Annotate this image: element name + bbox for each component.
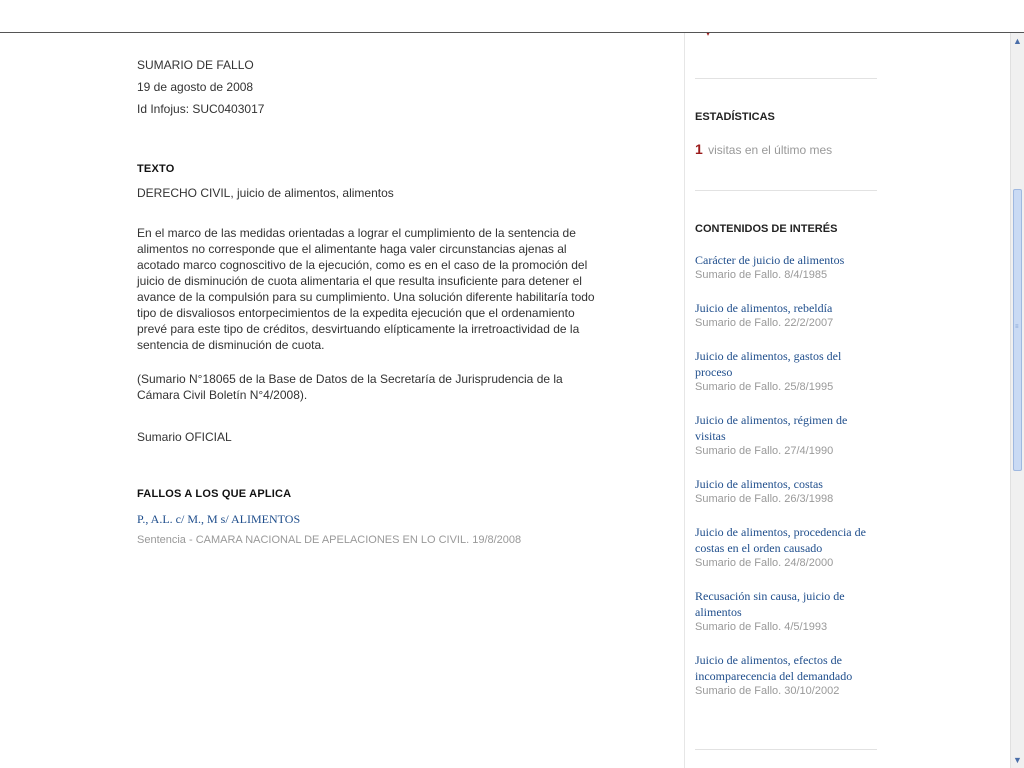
texto-paragraph: En el marco de las medidas orientadas a …: [137, 226, 595, 352]
related-meta: Sumario de Fallo. 24/8/2000: [695, 557, 834, 569]
list-item: Juicio de alimentos, régimen de visitas …: [695, 412, 877, 459]
grip-icon: ≡: [1015, 324, 1019, 330]
related-heading: CONTENIDOS DE INTERÉS: [695, 223, 838, 235]
related-meta: Sumario de Fallo. 4/5/1993: [695, 621, 828, 633]
page-content: SUMARIO DE FALLO 19 de agosto de 2008 Id…: [0, 33, 1010, 768]
vertical-scrollbar[interactable]: ▲ ≡ ▼: [1010, 33, 1024, 768]
related-link[interactable]: Juicio de alimentos, procedencia de cost…: [695, 524, 877, 556]
summary-type: SUMARIO DE FALLO: [137, 58, 254, 72]
list-item: Juicio de alimentos, costas Sumario de F…: [695, 476, 877, 507]
related-link[interactable]: Juicio de alimentos, efectos de incompar…: [695, 652, 877, 684]
related-meta: Sumario de Fallo. 26/3/1998: [695, 493, 834, 505]
summary-id: Id Infojus: SUC0403017: [137, 102, 265, 116]
related-meta: Sumario de Fallo. 22/2/2007: [695, 317, 834, 329]
texto-source: (Sumario N°18065 de la Base de Datos de …: [137, 372, 563, 402]
related-meta: Sumario de Fallo. 8/4/1985: [695, 269, 828, 281]
scrollbar-thumb[interactable]: ≡: [1013, 189, 1022, 471]
related-meta: Sumario de Fallo. 27/4/1990: [695, 445, 834, 457]
list-item: Recusación sin causa, juicio de alimento…: [695, 588, 877, 635]
texto-oficial: Sumario OFICIAL: [137, 430, 232, 444]
scroll-up-arrow-icon[interactable]: ▲: [1011, 33, 1024, 49]
list-item: Juicio de alimentos, gastos del proceso …: [695, 348, 877, 395]
related-link[interactable]: Juicio de alimentos, rebeldía: [695, 300, 877, 316]
list-item: Carácter de juicio de alimentos Sumario …: [695, 252, 877, 283]
sidebar-divider: [695, 190, 877, 191]
stats-visits: 1 visitas en el último mes: [695, 141, 832, 157]
related-link[interactable]: Juicio de alimentos, gastos del proceso: [695, 348, 877, 380]
fallo-detail: Sentencia - CAMARA NACIONAL DE APELACION…: [137, 534, 522, 546]
list-item: Juicio de alimentos, procedencia de cost…: [695, 524, 877, 571]
list-item: Juicio de alimentos, efectos de incompar…: [695, 652, 877, 699]
sidebar: ▾ ESTADÍSTICAS 1 visitas en el último me…: [684, 33, 885, 768]
sidebar-cut-off-item: ▾: [705, 33, 711, 39]
browser-top-bar: [0, 0, 1024, 33]
related-meta: Sumario de Fallo. 25/8/1995: [695, 381, 834, 393]
texto-heading: TEXTO: [137, 163, 175, 175]
related-link[interactable]: Recusación sin causa, juicio de alimento…: [695, 588, 877, 620]
related-link[interactable]: Juicio de alimentos, régimen de visitas: [695, 412, 877, 444]
related-link[interactable]: Carácter de juicio de alimentos: [695, 252, 877, 268]
sidebar-divider: [695, 78, 877, 79]
visits-label: visitas en el último mes: [708, 143, 833, 157]
visits-count: 1: [695, 141, 703, 157]
texto-keywords: DERECHO CIVIL, juicio de alimentos, alim…: [137, 186, 394, 200]
related-list: Carácter de juicio de alimentos Sumario …: [695, 252, 877, 716]
fallo-link[interactable]: P., A.L. c/ M., M s/ ALIMENTOS: [137, 511, 300, 527]
list-item: Juicio de alimentos, rebeldía Sumario de…: [695, 300, 877, 331]
related-link[interactable]: Juicio de alimentos, costas: [695, 476, 877, 492]
stats-heading: ESTADÍSTICAS: [695, 111, 775, 123]
fallos-heading: FALLOS A LOS QUE APLICA: [137, 488, 292, 500]
related-meta: Sumario de Fallo. 30/10/2002: [695, 685, 840, 697]
summary-date: 19 de agosto de 2008: [137, 80, 254, 94]
scroll-down-arrow-icon[interactable]: ▼: [1011, 752, 1024, 768]
sidebar-divider: [695, 749, 877, 750]
